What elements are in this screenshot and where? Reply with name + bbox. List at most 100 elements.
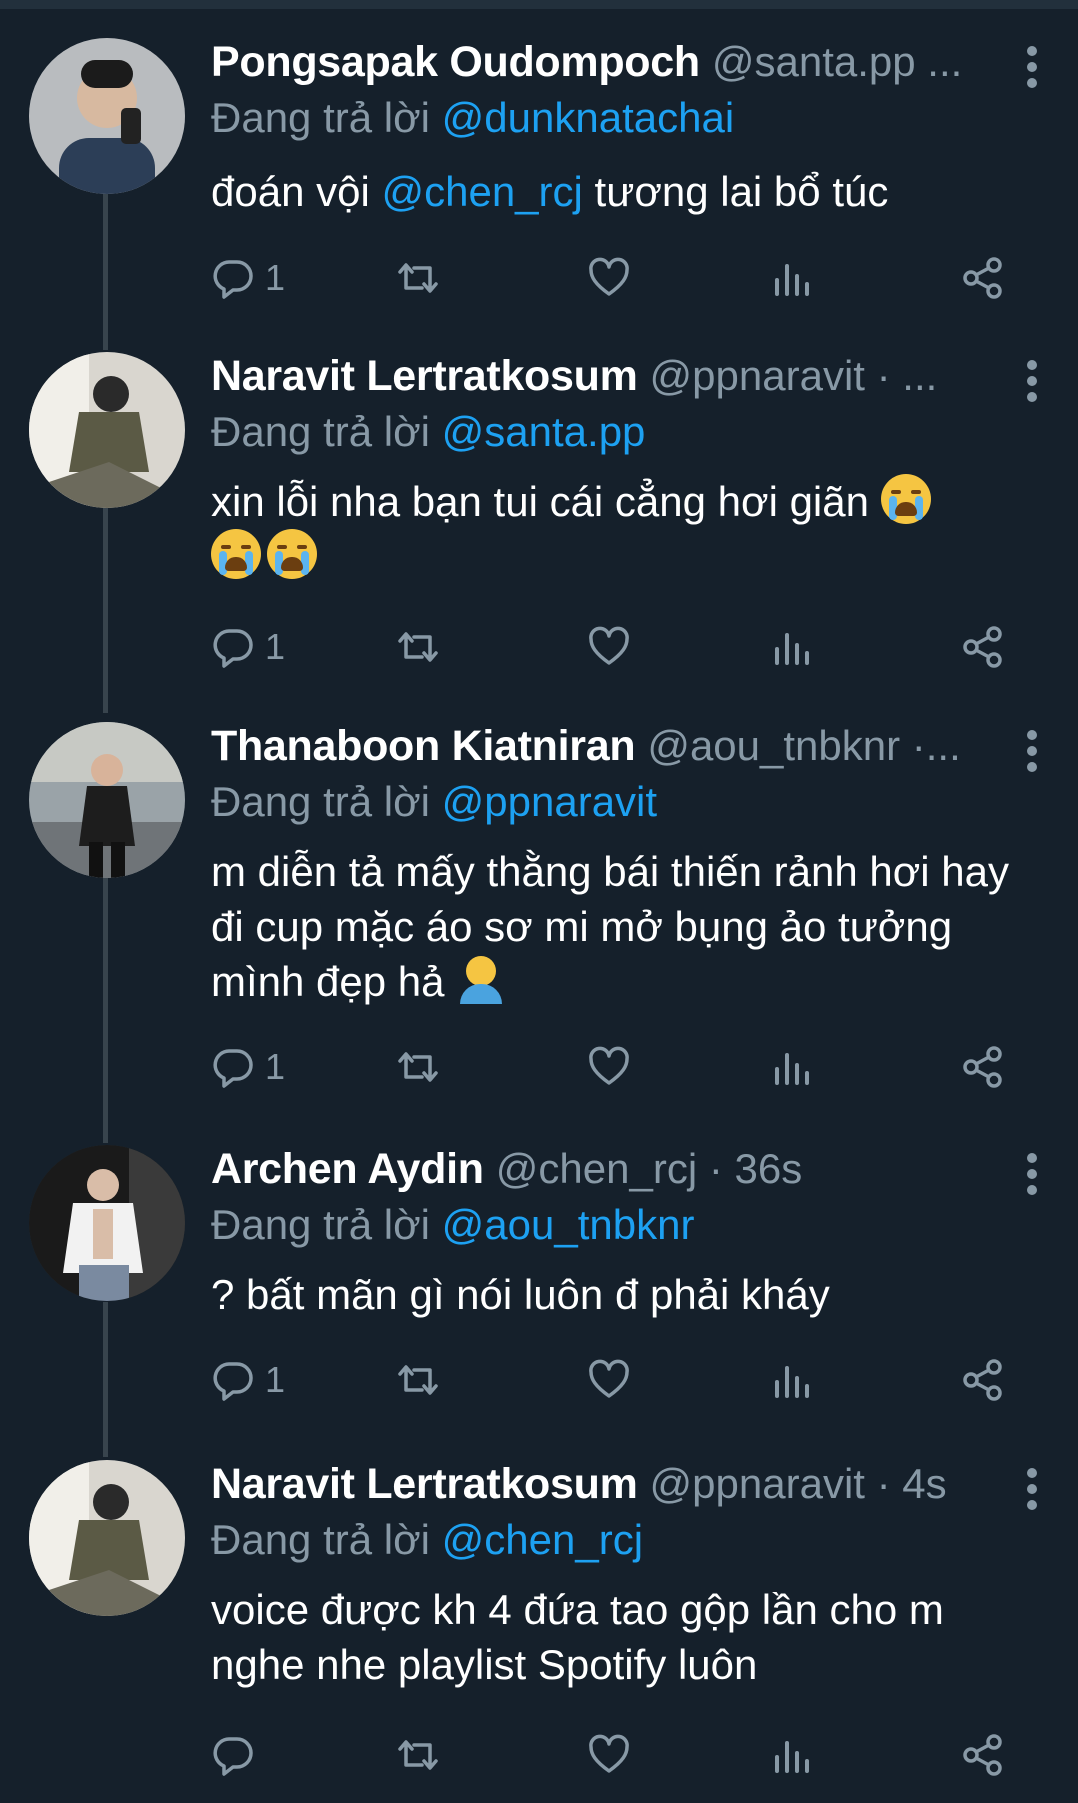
tweet[interactable]: Thanaboon Kiatniran @aou_tnbknr ·... Đang… [0,722,1078,1102]
avatar[interactable] [29,1460,185,1616]
avatar[interactable] [29,722,185,878]
retweet-button[interactable] [396,622,440,672]
like-button[interactable] [587,1042,631,1092]
replying-to: Đang trả lời @chen_rcj [211,1516,643,1564]
reply-mention[interactable]: @chen_rcj [442,1516,643,1563]
replying-label: Đang trả lời [211,778,430,825]
reply-mention[interactable]: @dunknatachai [442,94,735,141]
avatar[interactable] [29,1145,185,1301]
tweet-text: ? bất mãn gì nói luôn đ phải kháy [211,1267,1031,1322]
analytics-button[interactable] [771,1355,815,1405]
tweet[interactable]: Naravit Lertratkosum @ppnaravit · ... Đan… [0,352,1078,682]
reply-button[interactable]: 1 [211,1355,285,1405]
text-segment: xin lỗi nha bạn tui cái cẳng hơi giãn [211,478,869,525]
reply-mention[interactable]: @santa.pp [442,408,646,455]
user-handle[interactable]: @ppnaravit · ... [650,352,938,399]
like-icon [589,257,629,296]
crying-face-emoji [267,529,317,579]
like-button[interactable] [587,622,631,672]
retweet-icon [398,1365,438,1395]
share-icon [963,1359,1002,1401]
reply-icon [213,1737,253,1776]
tweet[interactable]: Naravit Lertratkosum @ppnaravit · 4s Đang… [0,1460,1078,1790]
share-button[interactable] [961,1730,1005,1780]
tweet[interactable]: Pongsapak Oudompoch @santa.pp ... Đang tr… [0,38,1078,318]
display-name[interactable]: Thanaboon Kiatniran [211,722,636,770]
action-bar: 1 [211,1355,1011,1405]
text-segment: tương lai bổ túc [582,168,889,215]
tweet-header: Naravit Lertratkosum @ppnaravit · ... [211,352,1078,410]
replying-label: Đang trả lời [211,1516,430,1563]
replying-to: Đang trả lời @santa.pp [211,408,645,456]
retweet-icon [398,263,438,293]
action-bar: 1 [211,253,1011,303]
user-handle[interactable]: @santa.pp ... [712,38,962,85]
replying-to: Đang trả lời @ppnaravit [211,778,657,826]
retweet-button[interactable] [396,1355,440,1405]
display-name[interactable]: Pongsapak Oudompoch [211,38,700,86]
more-icon[interactable] [1026,1468,1038,1512]
massage-emoji [456,954,506,1004]
top-divider [0,0,1078,9]
reply-mention[interactable]: @aou_tnbknr [442,1201,695,1248]
reply-button[interactable]: 1 [211,253,285,303]
analytics-button[interactable] [771,1042,815,1092]
display-name[interactable]: Naravit Lertratkosum [211,1460,638,1508]
reply-count: 1 [265,257,286,298]
action-bar [211,1730,1011,1780]
analytics-icon [775,633,809,665]
avatar[interactable] [29,352,185,508]
more-icon[interactable] [1026,730,1038,774]
avatar[interactable] [29,38,185,194]
reply-icon [213,629,253,668]
like-button[interactable] [587,1355,631,1405]
like-icon [589,1734,629,1773]
tweet-text: voice được kh 4 đứa tao gộp lần cho m ng… [211,1582,1031,1692]
action-bar: 1 [211,622,1011,672]
analytics-icon [775,1366,809,1398]
reply-icon [213,1049,253,1088]
reply-mention[interactable]: @ppnaravit [442,778,657,825]
replying-to: Đang trả lời @aou_tnbknr [211,1201,694,1249]
retweet-button[interactable] [396,1042,440,1092]
retweet-icon [398,1052,438,1082]
share-icon [963,1734,1002,1776]
share-button[interactable] [961,1042,1005,1092]
user-handle[interactable]: @aou_tnbknr ·... [647,722,960,769]
tweet-header: Archen Aydin @chen_rcj · 36s [211,1145,1078,1203]
more-icon[interactable] [1026,46,1038,90]
like-button[interactable] [587,1730,631,1780]
display-name[interactable]: Archen Aydin [211,1145,484,1193]
reply-button[interactable]: 1 [211,622,285,672]
reply-button[interactable] [211,1730,265,1780]
analytics-icon [775,264,809,296]
like-button[interactable] [587,253,631,303]
text-segment: ? bất mãn gì nói luôn đ phải kháy [211,1271,830,1318]
analytics-button[interactable] [771,1730,815,1780]
share-icon [963,257,1002,299]
share-button[interactable] [961,253,1005,303]
text-segment: m diễn tả mấy thằng bái thiến rảnh hơi h… [211,848,1010,1005]
like-icon [589,1046,629,1085]
analytics-button[interactable] [771,253,815,303]
mention-link[interactable]: @chen_rcj [381,168,582,215]
tweet-text: đoán vội @chen_rcj tương lai bổ túc [211,164,1031,219]
retweet-button[interactable] [396,1730,440,1780]
replying-to: Đang trả lời @dunknatachai [211,94,734,142]
user-handle[interactable]: @ppnaravit · 4s [650,1460,947,1507]
more-icon[interactable] [1026,360,1038,404]
more-icon[interactable] [1026,1153,1038,1197]
retweet-icon [398,632,438,662]
analytics-button[interactable] [771,622,815,672]
text-segment: voice được kh 4 đứa tao gộp lần cho m ng… [211,1586,944,1688]
reply-button[interactable]: 1 [211,1042,285,1092]
share-button[interactable] [961,622,1005,672]
replying-label: Đang trả lời [211,408,430,455]
display-name[interactable]: Naravit Lertratkosum [211,352,638,400]
replying-label: Đang trả lời [211,94,430,141]
user-handle[interactable]: @chen_rcj · 36s [496,1145,802,1192]
share-button[interactable] [961,1355,1005,1405]
retweet-button[interactable] [396,253,440,303]
reply-icon [213,1362,253,1401]
tweet[interactable]: Archen Aydin @chen_rcj · 36s Đang trả lời… [0,1145,1078,1415]
